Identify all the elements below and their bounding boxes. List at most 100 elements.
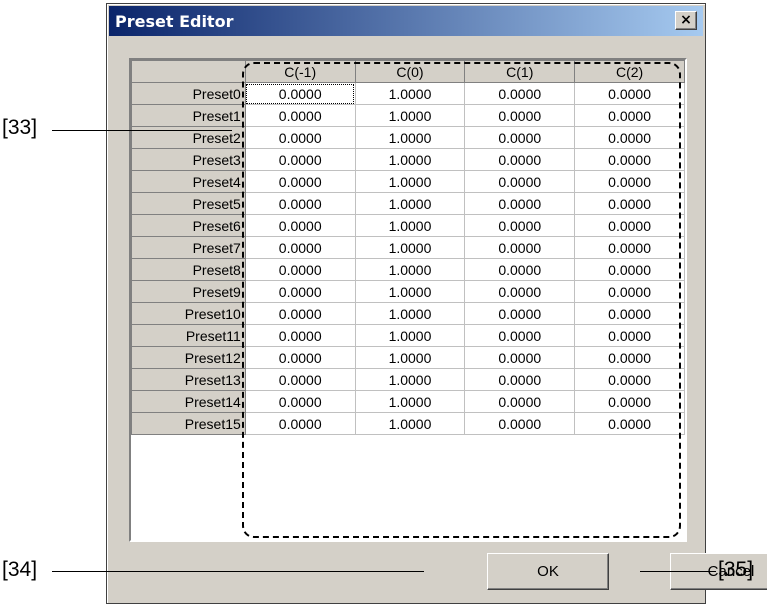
coefficient-cell[interactable]: 0.0000 [464, 368, 576, 391]
coefficient-cell[interactable]: 0.0000 [464, 104, 576, 127]
coefficient-cell[interactable]: 0.0000 [464, 258, 576, 281]
coefficient-cell[interactable]: 0.0000 [574, 324, 685, 347]
coefficient-cell[interactable]: 0.0000 [574, 148, 685, 171]
coefficient-cell[interactable]: 0.0000 [244, 280, 356, 303]
coefficient-cell[interactable]: 0.0000 [244, 412, 356, 435]
callout-label-34: [34] [2, 558, 38, 581]
coefficient-cell[interactable]: 0.0000 [574, 258, 685, 281]
row-header: Preset1 [131, 104, 246, 127]
callout-leader-34 [52, 571, 424, 572]
window-title: Preset Editor [115, 12, 234, 31]
coefficient-cell[interactable]: 0.0000 [574, 346, 685, 369]
coefficient-cell[interactable]: 1.0000 [354, 368, 466, 391]
preset-editor-dialog: Preset Editor × C(-1) C(0) C(1) C(2) Pre… [106, 3, 767, 604]
coefficient-cell[interactable]: 0.0000 [464, 346, 576, 369]
coefficient-cell[interactable]: 0.0000 [244, 346, 356, 369]
coefficient-cell[interactable]: 0.0000 [464, 82, 576, 105]
coefficient-cell[interactable]: 0.0000 [244, 258, 356, 281]
callout-label-35: [35] [718, 558, 754, 581]
coefficient-cell[interactable]: 0.0000 [244, 192, 356, 215]
coefficient-cell[interactable]: 0.0000 [244, 126, 356, 149]
table-row: Preset10 0.0000 1.0000 0.0000 0.0000 [131, 302, 685, 325]
coefficient-cell[interactable]: 0.0000 [244, 170, 356, 193]
callout-leader-33 [52, 130, 232, 131]
coefficient-cell[interactable]: 0.0000 [244, 390, 356, 413]
row-header: Preset15 [131, 412, 246, 435]
coefficient-cell[interactable]: 0.0000 [464, 302, 576, 325]
row-header: Preset8 [131, 258, 246, 281]
row-header: Preset11 [131, 324, 246, 347]
coefficient-cell[interactable]: 0.0000 [574, 368, 685, 391]
column-header: C(0) [354, 60, 466, 83]
row-header: Preset0 [131, 82, 246, 105]
coefficient-cell[interactable]: 0.0000 [574, 104, 685, 127]
coefficient-cell[interactable]: 0.0000 [244, 236, 356, 259]
close-button[interactable]: × [675, 11, 697, 30]
coefficient-cell[interactable]: 1.0000 [354, 170, 466, 193]
table-row: Preset13 0.0000 1.0000 0.0000 0.0000 [131, 368, 685, 391]
coefficient-cell[interactable]: 0.0000 [464, 412, 576, 435]
coefficient-cell[interactable]: 0.0000 [244, 302, 356, 325]
coefficient-cell[interactable]: 0.0000 [574, 412, 685, 435]
coefficient-cell[interactable]: 0.0000 [574, 126, 685, 149]
table-row: Preset0 0.0000 1.0000 0.0000 0.0000 [131, 82, 685, 105]
table-row: Preset14 0.0000 1.0000 0.0000 0.0000 [131, 390, 685, 413]
coefficient-cell[interactable]: 1.0000 [354, 346, 466, 369]
coefficient-cell[interactable]: 1.0000 [354, 192, 466, 215]
table-row: Preset1 0.0000 1.0000 0.0000 0.0000 [131, 104, 685, 127]
column-header: C(-1) [244, 60, 356, 83]
coefficient-cell[interactable]: 0.0000 [574, 192, 685, 215]
table-row: Preset9 0.0000 1.0000 0.0000 0.0000 [131, 280, 685, 303]
coefficient-cell[interactable]: 0.0000 [244, 214, 356, 237]
coefficient-cell[interactable]: 1.0000 [354, 148, 466, 171]
coefficient-cell[interactable]: 0.0000 [464, 280, 576, 303]
coefficient-cell[interactable]: 0.0000 [244, 324, 356, 347]
coefficient-cell[interactable]: 0.0000 [574, 214, 685, 237]
coefficient-cell[interactable]: 1.0000 [354, 126, 466, 149]
coefficient-cell[interactable]: 0.0000 [464, 126, 576, 149]
coefficient-cell[interactable]: 1.0000 [354, 302, 466, 325]
coefficient-cell[interactable]: 0.0000 [574, 280, 685, 303]
row-header: Preset10 [131, 302, 246, 325]
coefficient-cell[interactable]: 0.0000 [574, 82, 685, 105]
coefficient-cell[interactable]: 0.0000 [574, 302, 685, 325]
coefficient-cell[interactable]: 0.0000 [244, 368, 356, 391]
coefficient-cell[interactable]: 0.0000 [464, 236, 576, 259]
coefficient-cell[interactable]: 0.0000 [574, 236, 685, 259]
coefficient-cell[interactable]: 0.0000 [464, 324, 576, 347]
coefficient-cell[interactable]: 0.0000 [574, 390, 685, 413]
coefficient-cell[interactable]: 0.0000 [464, 170, 576, 193]
coefficient-cell[interactable]: 0.0000 [464, 148, 576, 171]
coefficient-cell[interactable]: 0.0000 [464, 390, 576, 413]
table-row: Preset8 0.0000 1.0000 0.0000 0.0000 [131, 258, 685, 281]
row-header: Preset14 [131, 390, 246, 413]
coefficient-cell[interactable]: 0.0000 [244, 104, 356, 127]
title-bar: Preset Editor × [109, 6, 703, 36]
table-row: Preset6 0.0000 1.0000 0.0000 0.0000 [131, 214, 685, 237]
callout-label-33: [33] [2, 116, 38, 139]
table-row: Preset5 0.0000 1.0000 0.0000 0.0000 [131, 192, 685, 215]
coefficient-cell[interactable]: 1.0000 [354, 82, 466, 105]
coefficient-cell[interactable]: 1.0000 [354, 412, 466, 435]
row-header: Preset12 [131, 346, 246, 369]
preset-table: C(-1) C(0) C(1) C(2) Preset0 0.0000 1.0000… [131, 60, 685, 435]
row-header: Preset9 [131, 280, 246, 303]
table-row: Preset7 0.0000 1.0000 0.0000 0.0000 [131, 236, 685, 259]
coefficient-cell[interactable]: 0.0000 [244, 82, 356, 105]
coefficient-cell[interactable]: 0.0000 [574, 170, 685, 193]
table-row: Preset4 0.0000 1.0000 0.0000 0.0000 [131, 170, 685, 193]
header-row: C(-1) C(0) C(1) C(2) [131, 60, 685, 83]
coefficient-cell[interactable]: 1.0000 [354, 324, 466, 347]
column-header: C(2) [574, 60, 685, 83]
coefficient-cell[interactable]: 0.0000 [464, 192, 576, 215]
coefficient-cell[interactable]: 1.0000 [354, 214, 466, 237]
coefficient-cell[interactable]: 0.0000 [244, 148, 356, 171]
coefficient-cell[interactable]: 1.0000 [354, 236, 466, 259]
coefficient-cell[interactable]: 0.0000 [464, 214, 576, 237]
coefficient-cell[interactable]: 1.0000 [354, 104, 466, 127]
callout-leader-35 [640, 571, 716, 572]
ok-button[interactable]: OK [487, 553, 609, 590]
coefficient-cell[interactable]: 1.0000 [354, 390, 466, 413]
coefficient-cell[interactable]: 1.0000 [354, 258, 466, 281]
coefficient-cell[interactable]: 1.0000 [354, 280, 466, 303]
